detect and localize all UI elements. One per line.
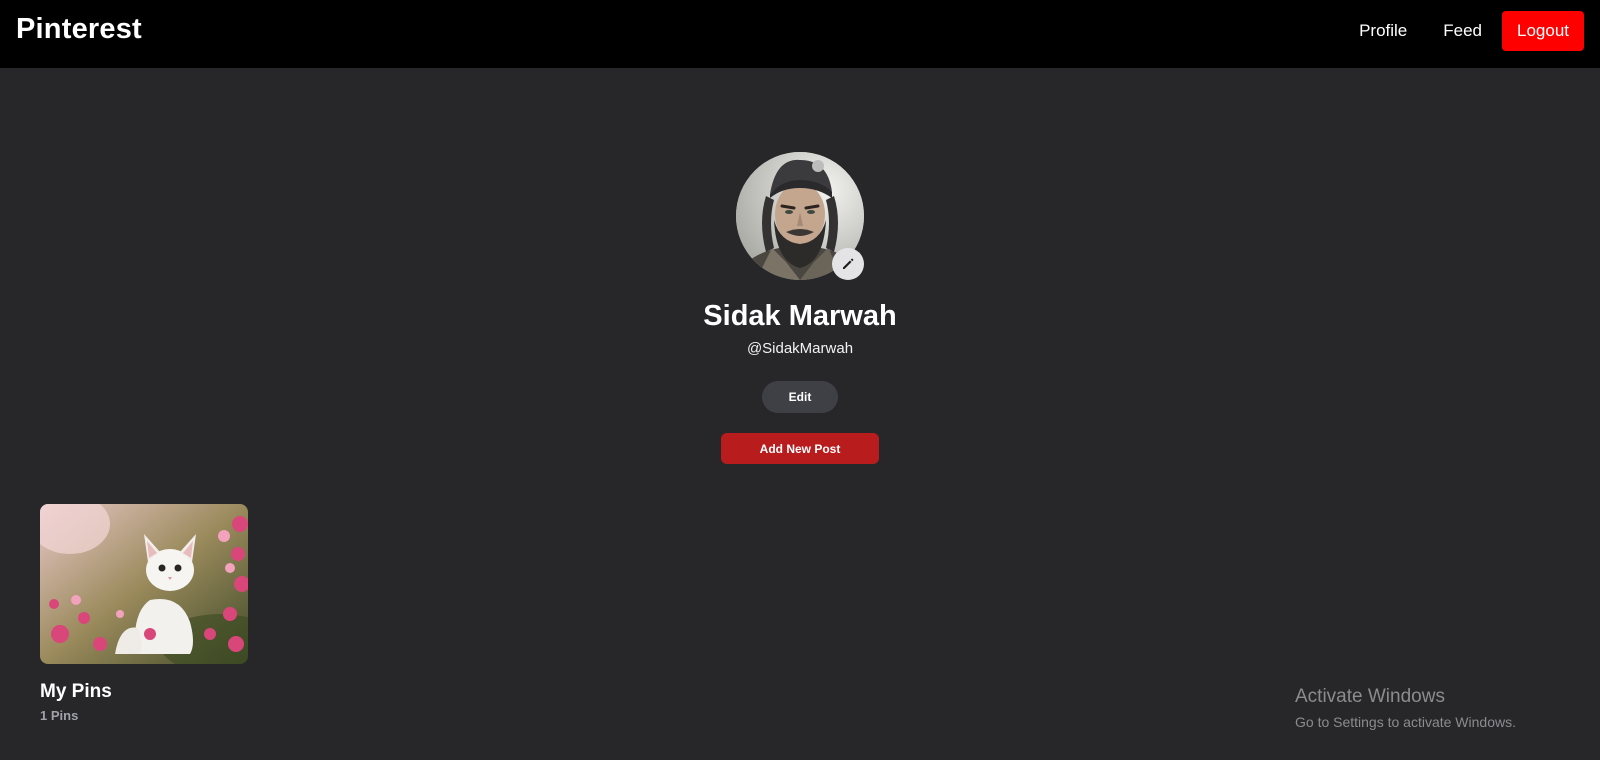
watermark-title: Activate Windows: [1295, 686, 1445, 707]
pencil-icon: [843, 258, 854, 269]
profile-name: Sidak Marwah: [703, 300, 897, 332]
watermark-subtitle: Go to Settings to activate Windows.: [1295, 714, 1516, 730]
brand-logo[interactable]: Pinterest: [16, 13, 142, 46]
windows-activation-watermark: Activate Windows Go to Settings to activ…: [1295, 686, 1516, 730]
logout-button[interactable]: Logout: [1502, 11, 1584, 51]
nav-links: Profile Feed Logout: [1341, 11, 1584, 51]
avatar-container: [736, 152, 864, 280]
board-pin-count: 1 Pins: [40, 708, 79, 723]
edit-photo-button[interactable]: [832, 248, 864, 280]
edit-profile-button[interactable]: Edit: [762, 381, 838, 413]
top-navbar: Pinterest Profile Feed Logout: [0, 0, 1600, 68]
board-thumbnail[interactable]: [40, 504, 248, 664]
nav-profile-link[interactable]: Profile: [1341, 11, 1425, 51]
add-new-post-button[interactable]: Add New Post: [721, 433, 879, 464]
profile-username: @SidakMarwah: [746, 340, 854, 357]
kitten-image: [40, 504, 248, 664]
nav-feed-link[interactable]: Feed: [1425, 11, 1500, 51]
board-title[interactable]: My Pins: [40, 681, 112, 703]
